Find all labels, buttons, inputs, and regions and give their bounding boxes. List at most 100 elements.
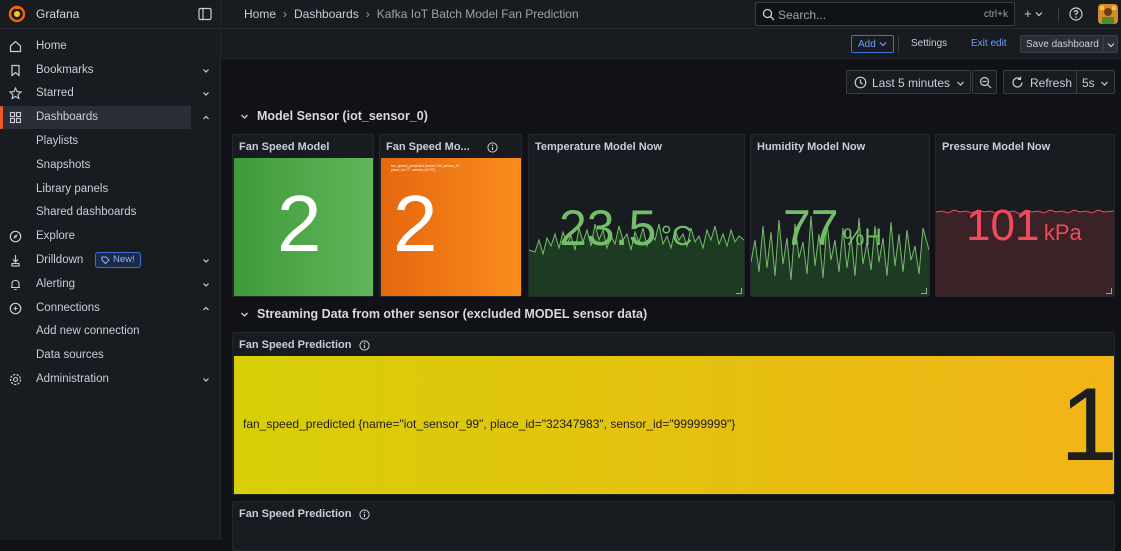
chevron-up-icon[interactable]: [201, 304, 211, 314]
breadcrumb-dashboards[interactable]: Dashboards: [294, 7, 359, 21]
stat-value: 101: [966, 201, 1040, 250]
clock-icon: [854, 76, 867, 89]
divider: [1103, 36, 1104, 52]
chevron-down-icon[interactable]: [1107, 41, 1115, 49]
active-indicator: [0, 106, 3, 129]
resize-handle[interactable]: [736, 288, 742, 294]
help-icon[interactable]: [1069, 7, 1083, 21]
refresh-interval[interactable]: 5s: [1082, 76, 1095, 90]
panel-humidity-model-now[interactable]: Humidity Model Now 77 %H: [750, 134, 930, 297]
breadcrumb-home[interactable]: Home: [244, 7, 276, 21]
resize-handle[interactable]: [1106, 288, 1112, 294]
sidebar-item-label: Dashboards: [36, 111, 99, 123]
sidebar-item-library-panels[interactable]: Library panels: [36, 183, 108, 195]
info-icon[interactable]: [359, 509, 370, 520]
panel-title: Temperature Model Now: [535, 141, 662, 153]
row-header-model-sensor[interactable]: Model Sensor (iot_sensor_0): [240, 109, 428, 123]
panel-fan-speed-prediction[interactable]: Fan Speed Prediction fan_speed_predicted…: [232, 332, 1115, 495]
breadcrumb-separator: ›: [283, 7, 288, 21]
settings-button[interactable]: Settings: [911, 38, 947, 49]
panel-title: Humidity Model Now: [757, 141, 866, 153]
panel-title: Fan Speed Mo...: [386, 141, 470, 153]
search-input[interactable]: Search... ctrl+k: [755, 2, 1015, 26]
chevron-down-icon[interactable]: [201, 66, 211, 76]
info-icon[interactable]: [487, 142, 498, 153]
sidebar-item-bookmarks[interactable]: Bookmarks: [0, 59, 220, 82]
add-button[interactable]: Add: [851, 35, 894, 53]
sidebar-item-dashboards[interactable]: Dashboards: [0, 106, 220, 129]
sidebar-item-alerting[interactable]: Alerting: [0, 273, 220, 296]
connections-icon: [9, 302, 22, 315]
tag-icon: [101, 256, 110, 265]
dock-menu-icon[interactable]: [198, 7, 212, 21]
compass-icon: [9, 230, 22, 243]
sidebar-item-explore[interactable]: Explore: [0, 225, 220, 248]
sidebar-item-label: Bookmarks: [36, 64, 94, 76]
search-shortcut: ctrl+k: [983, 9, 1008, 20]
info-icon[interactable]: [359, 340, 370, 351]
bell-icon: [9, 278, 22, 291]
breadcrumb: Home › Dashboards › Kafka IoT Batch Mode…: [244, 7, 579, 21]
sidebar-item-home[interactable]: Home: [0, 35, 220, 58]
refresh-icon: [1011, 76, 1024, 89]
chevron-down-icon[interactable]: [201, 256, 211, 266]
series-label: fan_speed_predicted {name="iot_sensor_99…: [243, 417, 736, 431]
stat-value: 1: [1060, 367, 1115, 483]
sidebar-item-drilldown[interactable]: Drilldown New!: [0, 249, 220, 272]
panel-temperature-model-now[interactable]: Temperature Model Now 23.5 °C: [528, 134, 745, 297]
refresh-button[interactable]: Refresh 5s: [1003, 70, 1115, 94]
sidebar-item-shared-dashboards[interactable]: Shared dashboards: [36, 206, 136, 218]
row-title: Model Sensor (iot_sensor_0): [257, 109, 428, 123]
stat-unit: kPa: [1043, 220, 1082, 245]
breadcrumb-current: Kafka IoT Batch Model Fan Prediction: [376, 7, 579, 21]
zoom-out-button[interactable]: [972, 70, 997, 94]
sidebar-item-label: Administration: [36, 373, 109, 385]
chevron-down-icon[interactable]: [201, 280, 211, 290]
sidebar-item-label: Drilldown: [36, 254, 84, 266]
row-header-streaming-data[interactable]: Streaming Data from other sensor (exclud…: [240, 307, 647, 321]
add-label: Add: [858, 38, 876, 50]
panel-fan-speed-model[interactable]: Fan Speed Model 2: [232, 134, 374, 297]
new-menu-button[interactable]: +: [1024, 6, 1043, 21]
chevron-down-icon[interactable]: [1100, 79, 1109, 88]
sidebar-item-administration[interactable]: Administration: [0, 368, 220, 391]
top-bar: Grafana Home › Dashboards › Kafka IoT Ba…: [0, 0, 1121, 29]
exit-edit-button[interactable]: Exit edit: [971, 38, 1007, 49]
search-placeholder: Search...: [778, 8, 827, 22]
resize-handle[interactable]: [921, 288, 927, 294]
stat-value: 77: [783, 200, 839, 256]
sidebar-item-connections[interactable]: Connections: [0, 297, 220, 320]
gear-icon: [9, 373, 22, 386]
sidebar-item-playlists[interactable]: Playlists: [36, 135, 78, 147]
chevron-down-icon: [956, 79, 965, 88]
panel-title: Fan Speed Prediction: [239, 339, 352, 351]
time-range-label: Last 5 minutes: [872, 76, 951, 90]
panel-fan-speed-prediction-2[interactable]: Fan Speed Prediction: [232, 501, 1115, 551]
chevron-down-icon[interactable]: [201, 89, 211, 99]
chevron-down-icon[interactable]: [201, 375, 211, 385]
chevron-down-icon: [240, 310, 249, 319]
panel-pressure-model-now[interactable]: Pressure Model Now 101 kPa: [935, 134, 1115, 297]
divider: [898, 36, 899, 53]
avatar[interactable]: [1098, 4, 1118, 24]
new-badge: New!: [95, 252, 141, 268]
stat-value-group: 77 %H: [783, 199, 882, 257]
chevron-down-icon: [879, 40, 887, 48]
chevron-up-icon[interactable]: [201, 113, 211, 123]
plus-icon: +: [1024, 6, 1032, 21]
stat-value-group: 101 kPa: [966, 201, 1082, 251]
dashboard-toolbar: Add Settings Exit edit Save dashboard: [221, 29, 1121, 59]
sidebar-divider: [220, 0, 221, 540]
panel-fan-speed-model-2[interactable]: Fan Speed Mo... fan_speed_predicted {nam…: [379, 134, 522, 297]
sidebar-item-data-sources[interactable]: Data sources: [36, 349, 104, 361]
grafana-logo-icon[interactable]: [8, 5, 26, 23]
stat-value: 23.5: [559, 200, 657, 256]
sidebar-item-label: Starred: [36, 87, 74, 99]
sidebar-item-snapshots[interactable]: Snapshots: [36, 159, 90, 171]
row-title: Streaming Data from other sensor (exclud…: [257, 307, 648, 321]
sidebar-item-starred[interactable]: Starred: [0, 82, 220, 105]
save-dashboard-button[interactable]: Save dashboard: [1020, 35, 1118, 53]
time-range-picker[interactable]: Last 5 minutes: [846, 70, 971, 94]
sidebar-item-label: Home: [36, 40, 67, 52]
sidebar-item-add-new-connection[interactable]: Add new connection: [36, 325, 140, 337]
